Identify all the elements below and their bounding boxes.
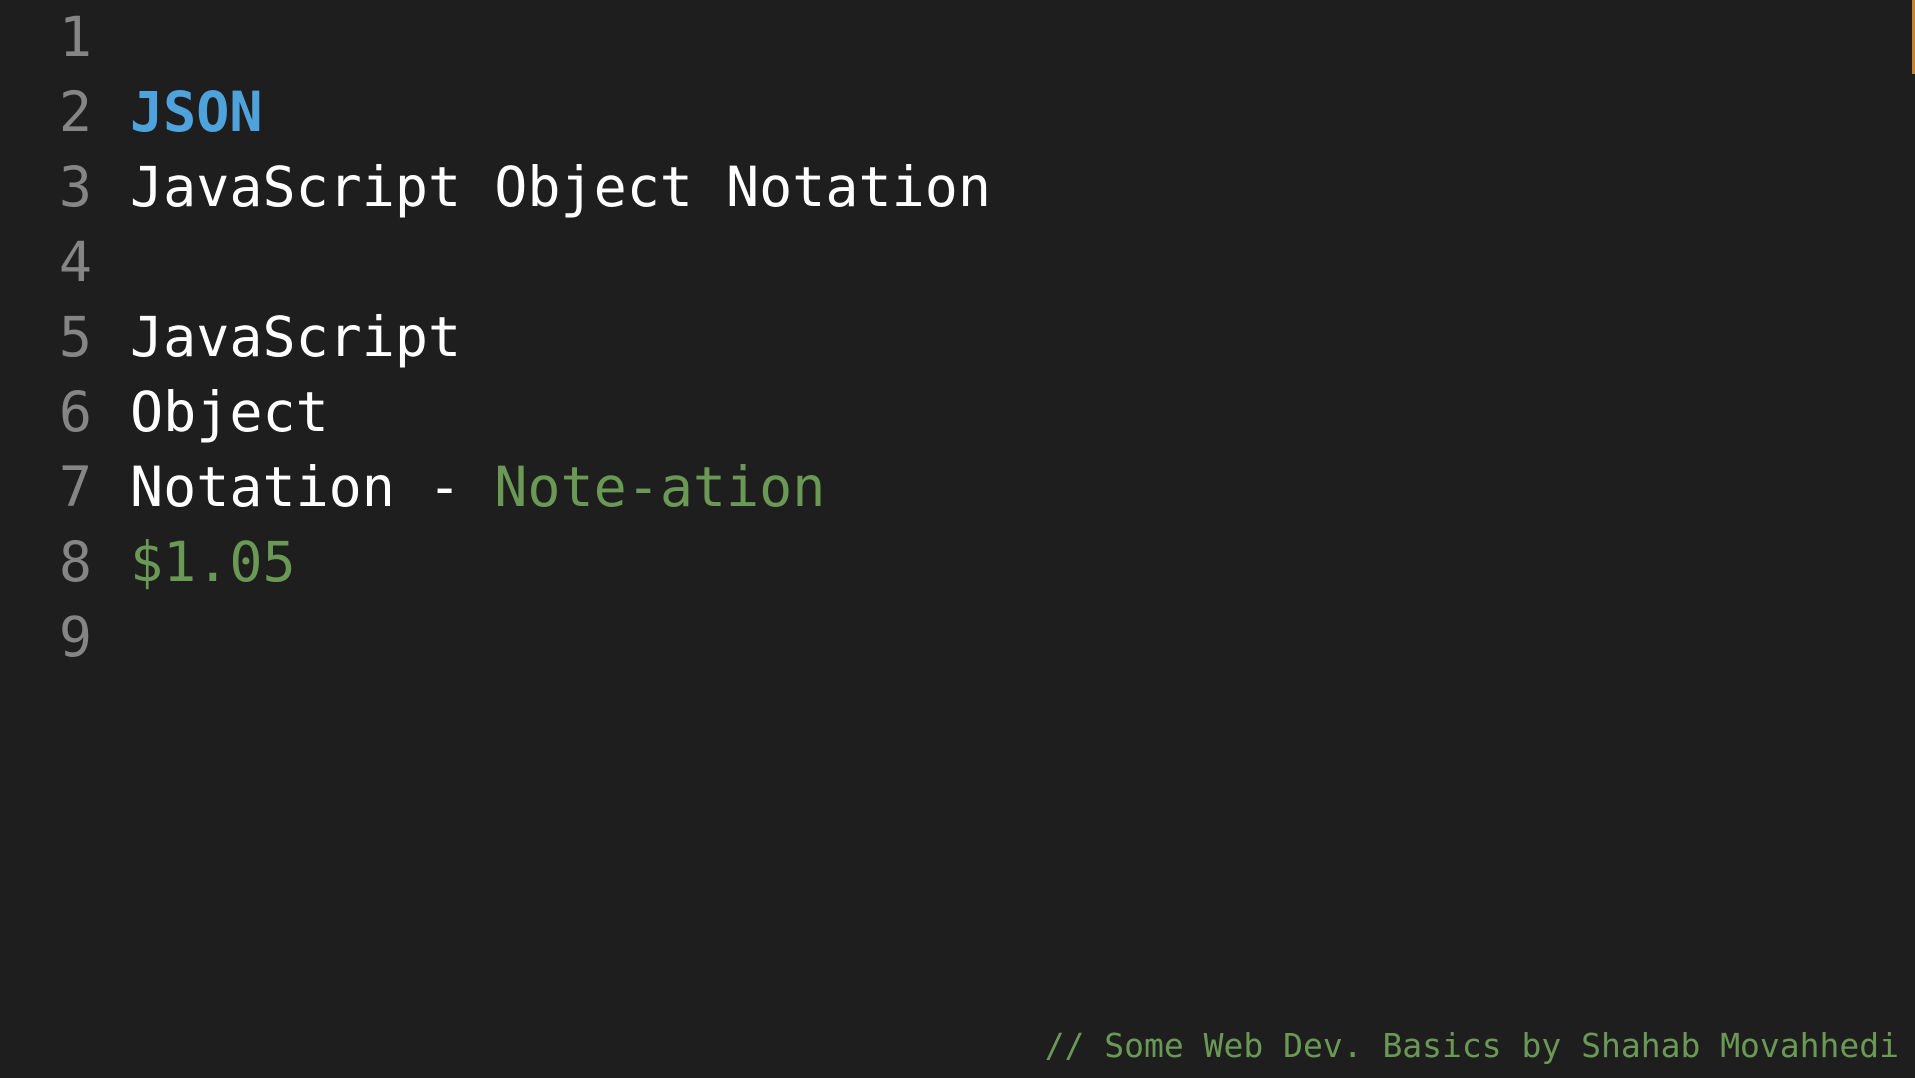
editor-lines: 1 2 JSON 3 JavaScript Object Notation 4 5 JavaS… [0,0,1915,675]
code-token: JavaScript [130,305,462,369]
line-content: JavaScript [130,300,461,375]
code-line[interactable]: 5 JavaScript [0,300,1915,375]
code-line[interactable]: 8 $1.05 [0,525,1915,600]
code-line[interactable]: 6 Object [0,375,1915,450]
line-content: JSON [130,75,262,150]
code-editor[interactable]: 1 2 JSON 3 JavaScript Object Notation 4 5 JavaS… [0,0,1915,1078]
line-number: 3 [58,155,92,219]
line-number: 7 [58,455,92,519]
line-content: JavaScript Object Notation [130,150,991,225]
line-content: Object [130,375,329,450]
line-content: Notation - Note-ation [130,450,825,525]
code-line[interactable]: 1 [0,0,1915,75]
code-line[interactable]: 9 [0,600,1915,675]
line-number: 6 [58,380,92,444]
line-content: $1.05 [130,525,296,600]
code-token: Object [130,380,329,444]
code-token: JSON [130,80,263,144]
code-token: Note-ation [494,455,826,519]
code-line[interactable]: 4 [0,225,1915,300]
code-line[interactable]: 2 JSON [0,75,1915,150]
code-token: JavaScript Object Notation [130,155,991,219]
code-line[interactable]: 7 Notation - Note-ation [0,450,1915,525]
line-number: 9 [58,605,92,669]
code-line[interactable]: 3 JavaScript Object Notation [0,150,1915,225]
line-number: 5 [58,305,92,369]
code-token: $1.05 [130,530,296,594]
line-number: 1 [58,5,92,69]
footer-comment: // Some Web Dev. Basics by Shahab Movahh… [1044,1026,1899,1065]
line-number: 8 [58,530,92,594]
line-number: 2 [58,80,92,144]
line-number: 4 [58,230,92,294]
code-token: Notation - [130,455,495,519]
